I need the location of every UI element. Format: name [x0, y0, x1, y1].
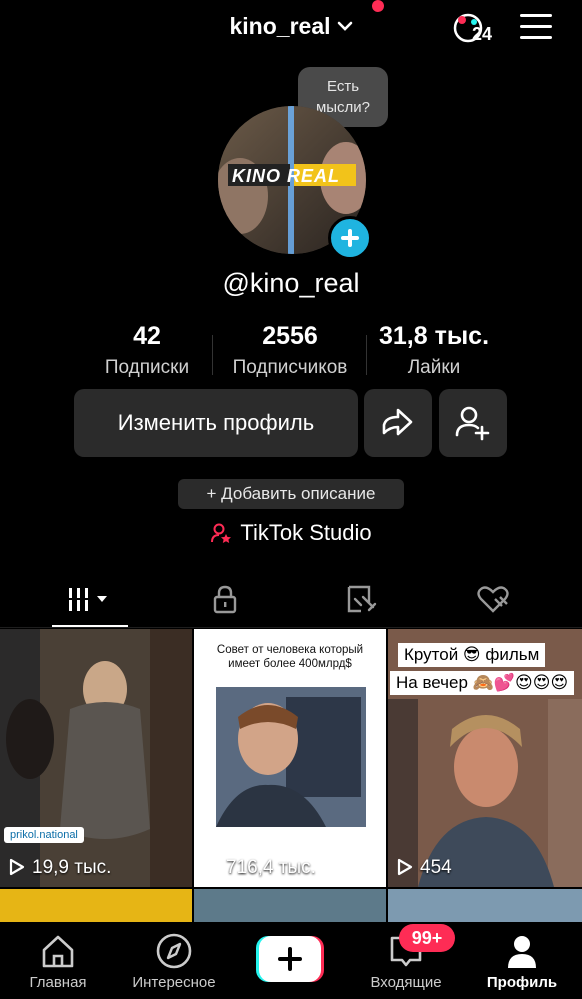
tiktok-studio-link[interactable]: TikTok Studio: [0, 520, 582, 546]
studio-icon: [211, 523, 232, 543]
menu-icon[interactable]: [520, 14, 552, 40]
play-icon: [9, 858, 25, 876]
video-thumbnail[interactable]: [0, 889, 192, 925]
stat-followers[interactable]: 2556 Подписчиков: [220, 322, 360, 379]
stat-value: 2556: [262, 322, 318, 350]
tab-private[interactable]: [152, 570, 297, 628]
divider: [212, 335, 213, 375]
video-caption: Совет от человека который имеет более 40…: [216, 644, 364, 670]
video-preview-image: [216, 687, 366, 827]
compass-icon: [156, 933, 192, 969]
add-avatar-icon[interactable]: [328, 216, 372, 260]
tab-liked[interactable]: [420, 570, 565, 628]
top-bar: kino_real 24: [0, 0, 582, 58]
view-count: 19,9 тыс.: [8, 857, 111, 879]
studio-label: TikTok Studio: [240, 520, 372, 545]
video-thumbnail[interactable]: [388, 889, 582, 925]
username-label: kino_real: [229, 13, 331, 39]
chevron-down-icon: [337, 10, 353, 37]
create-plus-icon: [256, 936, 324, 982]
tab-tagged[interactable]: [288, 570, 433, 628]
nav-label: Входящие: [370, 974, 442, 991]
home-icon: [42, 935, 74, 968]
video-caption-line1: Крутой 😎 фильм: [398, 643, 546, 667]
nav-label: Главная: [29, 974, 87, 991]
bottom-nav: Главная Интересное Входящие Профиль: [0, 922, 582, 999]
divider: [0, 627, 582, 628]
video-thumbnail[interactable]: Крутой 😎 фильм На вечер 🙈💕😍😍😍 454: [388, 629, 582, 887]
video-thumbnail[interactable]: prikol.national 19,9 тыс.: [0, 629, 192, 887]
creator-badge-icon[interactable]: 24: [450, 10, 498, 46]
video-thumbnail[interactable]: Совет от человека который имеет более 40…: [194, 629, 386, 887]
stat-likes[interactable]: 31,8 тыс. Лайки: [370, 322, 498, 379]
stat-label: Подписки: [104, 357, 190, 378]
profile-handle: @kino_real: [222, 268, 360, 298]
add-description-button[interactable]: + Добавить описание: [178, 479, 404, 509]
tab-videos[interactable]: [18, 570, 163, 628]
liked-icon: [476, 586, 509, 613]
view-count-label: 454: [420, 857, 452, 878]
view-count: 454: [396, 857, 452, 879]
stat-value: 42: [133, 322, 161, 350]
profile-icon: [508, 936, 536, 968]
notification-dot: [372, 0, 384, 12]
nav-label: Интересное: [132, 974, 216, 991]
grid-icon: [68, 586, 107, 611]
view-count: 716,4 тыс.: [202, 857, 316, 879]
view-count-label: 716,4 тыс.: [226, 857, 316, 878]
video-preview-image: [388, 629, 582, 887]
nav-create[interactable]: [232, 922, 348, 999]
video-thumbnail[interactable]: [194, 889, 386, 925]
share-icon: [382, 408, 413, 436]
add-friends-button[interactable]: [439, 389, 507, 457]
nav-discover[interactable]: Интересное: [116, 922, 232, 999]
play-icon: [203, 858, 219, 876]
stat-following[interactable]: 42 Подписки: [88, 322, 206, 379]
nav-profile[interactable]: Профиль: [464, 922, 580, 999]
divider: [366, 335, 367, 375]
stat-label: Лайки: [407, 357, 461, 378]
nav-label: Профиль: [486, 974, 558, 991]
share-profile-button[interactable]: [364, 389, 432, 457]
stat-label: Подписчиков: [232, 357, 348, 378]
watermark-tag: prikol.national: [4, 827, 84, 843]
video-preview-image: [0, 629, 192, 887]
inbox-count-badge: 99+: [399, 924, 455, 952]
play-icon: [397, 858, 413, 876]
view-count-label: 19,9 тыс.: [32, 857, 112, 878]
nav-home[interactable]: Главная: [0, 922, 116, 999]
edit-profile-button[interactable]: Изменить профиль: [74, 389, 358, 457]
stat-value: 31,8 тыс.: [378, 322, 490, 350]
tagged-icon: [347, 585, 376, 613]
avatar-logo-text: KINO REAL: [232, 166, 340, 186]
video-caption-line2: На вечер 🙈💕😍😍😍: [390, 671, 575, 695]
content-tabs: [0, 570, 582, 628]
lock-icon: [213, 585, 236, 614]
badge-24-label: 24: [472, 24, 493, 44]
add-user-icon: [455, 406, 490, 441]
